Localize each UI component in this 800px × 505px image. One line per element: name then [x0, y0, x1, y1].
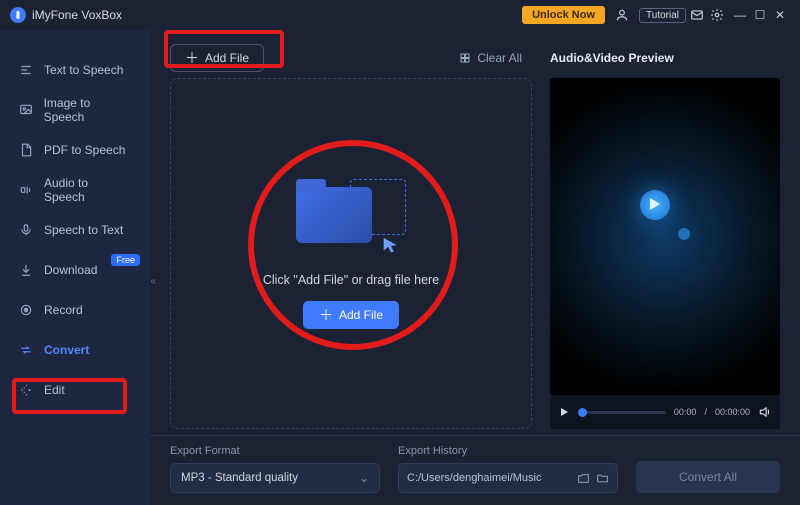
clear-all-button[interactable]: Clear All: [459, 51, 522, 65]
sidebar-item-image-to-speech[interactable]: Image to Speech: [0, 90, 150, 130]
sidebar-item-download[interactable]: Download Free: [0, 250, 150, 290]
sidebar-item-label: Convert: [44, 343, 89, 357]
app-brand: iMyFone VoxBox: [10, 7, 122, 23]
image-to-speech-icon: [18, 103, 34, 117]
plus-icon: ＋: [319, 308, 333, 322]
sidebar-item-edit[interactable]: Edit: [0, 370, 150, 410]
clear-all-icon: [459, 52, 471, 64]
sidebar-item-label: PDF to Speech: [44, 143, 125, 157]
add-file-label: Add File: [205, 51, 249, 65]
edit-icon: [18, 383, 34, 397]
sidebar-item-record[interactable]: Record: [0, 290, 150, 330]
export-bar: Export Format MP3 - Standard quality ⌄ E…: [150, 435, 800, 505]
app-title: iMyFone VoxBox: [32, 8, 122, 22]
unlock-now-button[interactable]: Unlock Now: [522, 6, 605, 24]
mail-icon[interactable]: [690, 8, 710, 22]
play-preview-icon: [640, 190, 670, 220]
convert-all-button[interactable]: Convert All: [636, 461, 780, 493]
close-icon[interactable]: ✕: [770, 8, 790, 22]
minimize-icon[interactable]: —: [730, 8, 750, 22]
open-folder-icon[interactable]: [577, 472, 590, 485]
sidebar-item-audio-to-speech[interactable]: Audio to Speech: [0, 170, 150, 210]
sidebar-item-text-to-speech[interactable]: Text to Speech: [0, 50, 150, 90]
add-file-button-center[interactable]: ＋ Add File: [303, 301, 399, 329]
convert-icon: [18, 343, 34, 357]
seek-slider[interactable]: [578, 411, 666, 414]
app-logo-icon: [10, 7, 26, 23]
download-icon: [18, 263, 34, 277]
video-preview[interactable]: [550, 78, 780, 395]
speech-to-text-icon: [18, 223, 34, 237]
sidebar-item-label: Edit: [44, 383, 65, 397]
browse-folder-icon[interactable]: [596, 472, 609, 485]
time-current: 00:00: [674, 407, 697, 417]
plus-icon: ＋: [185, 51, 199, 65]
sidebar-item-label: Audio to Speech: [44, 176, 132, 204]
pdf-to-speech-icon: [18, 143, 34, 157]
main-panel: ＋ Add File Clear All Audio&Video Preview: [150, 30, 800, 505]
sidebar-item-label: Text to Speech: [44, 63, 123, 77]
dropzone[interactable]: Click "Add File" or drag file here ＋ Add…: [170, 78, 532, 429]
preview-title: Audio&Video Preview: [550, 51, 780, 65]
tutorial-button[interactable]: Tutorial: [639, 8, 686, 23]
audio-to-speech-icon: [18, 183, 34, 197]
add-file-label: Add File: [339, 308, 383, 322]
settings-icon[interactable]: [710, 8, 730, 22]
text-to-speech-icon: [18, 63, 34, 77]
preview-panel: 00:00 / 00:00:00: [550, 78, 780, 429]
sidebar-item-label: Image to Speech: [44, 96, 132, 124]
player-controls: 00:00 / 00:00:00: [550, 395, 780, 429]
sidebar-item-convert[interactable]: Convert: [0, 330, 150, 370]
time-total: 00:00:00: [715, 407, 750, 417]
dropzone-hint: Click "Add File" or drag file here: [263, 273, 439, 287]
titlebar: iMyFone VoxBox Unlock Now Tutorial — ☐ ✕: [0, 0, 800, 30]
dropzone-illustration: [296, 179, 406, 259]
export-history-label: Export History: [398, 445, 618, 457]
cursor-icon: [380, 235, 402, 257]
chevron-down-icon: ⌄: [359, 471, 369, 485]
export-format-select[interactable]: MP3 - Standard quality ⌄: [170, 463, 380, 493]
sidebar-item-speech-to-text[interactable]: Speech to Text: [0, 210, 150, 250]
play-button[interactable]: [558, 406, 570, 418]
free-badge: Free: [111, 254, 140, 266]
sidebar-item-pdf-to-speech[interactable]: PDF to Speech: [0, 130, 150, 170]
sidebar-collapse-icon[interactable]: «: [150, 276, 156, 287]
sidebar-item-label: Record: [44, 303, 83, 317]
record-icon: [18, 303, 34, 317]
export-history-path[interactable]: C:/Users/denghaimei/Music: [398, 463, 618, 493]
maximize-icon[interactable]: ☐: [750, 8, 770, 22]
sidebar-item-label: Download: [44, 263, 97, 277]
volume-icon[interactable]: [758, 405, 772, 419]
account-icon[interactable]: [615, 8, 635, 22]
sidebar: Text to Speech Image to Speech PDF to Sp…: [0, 30, 150, 505]
add-file-button-top[interactable]: ＋ Add File: [170, 44, 264, 72]
export-path-value: C:/Users/denghaimei/Music: [407, 472, 571, 484]
clear-all-label: Clear All: [477, 51, 522, 65]
sidebar-item-label: Speech to Text: [44, 223, 123, 237]
export-format-value: MP3 - Standard quality: [181, 472, 298, 484]
export-format-label: Export Format: [170, 445, 380, 457]
